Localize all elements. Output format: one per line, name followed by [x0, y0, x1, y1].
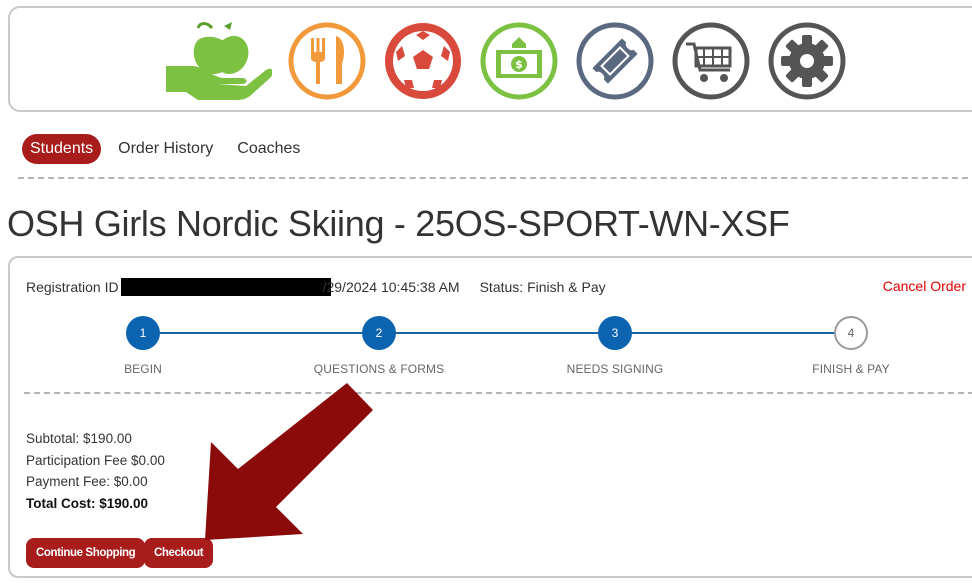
cancel-order-link[interactable]: Cancel Order: [883, 278, 966, 294]
step-3-label: NEEDS SIGNING: [566, 362, 664, 376]
continue-shopping-button[interactable]: Continue Shopping: [26, 538, 146, 568]
checkout-button[interactable]: Checkout: [144, 538, 214, 568]
fork-knife-icon[interactable]: [286, 20, 368, 102]
nav-tabs: Students Order History Coaches: [22, 134, 317, 164]
category-icon-row: $: [162, 18, 862, 104]
ticket-icon[interactable]: [574, 20, 656, 102]
step-2-label: QUESTIONS & FORMS: [313, 362, 445, 376]
soccer-ball-icon[interactable]: [382, 20, 464, 102]
tab-coaches[interactable]: Coaches: [230, 134, 307, 164]
shopping-cart-icon[interactable]: [670, 20, 752, 102]
order-totals: Subtotal: $190.00 Participation Fee $0.0…: [26, 428, 165, 514]
card-divider: [24, 392, 972, 394]
order-status: Status: Finish & Pay: [479, 279, 606, 295]
subtotal-line: Subtotal: $190.00: [26, 431, 132, 446]
step-4-label: FINISH & PAY: [812, 362, 890, 376]
step-1-circle: 1: [126, 316, 160, 350]
total-cost-line: Total Cost: $190.00: [26, 495, 149, 511]
svg-text:$: $: [515, 58, 523, 71]
registration-line: Registration ID /29/2024 10:45:38 AM Sta…: [26, 278, 606, 296]
tab-students[interactable]: Students: [22, 134, 102, 164]
step-1-label: BEGIN: [124, 362, 162, 376]
step-2-circle: 2: [362, 316, 396, 350]
page-title: OSH Girls Nordic Skiing - 25OS-SPORT-WN-…: [7, 203, 790, 244]
money-bill-icon[interactable]: $: [478, 20, 560, 102]
redacted-block: [120, 278, 331, 296]
order-date: /29/2024 10:45:38 AM: [322, 279, 460, 295]
hand-apple-icon[interactable]: [162, 20, 272, 102]
stepper-line: [160, 332, 840, 334]
payment-fee-line: Payment Fee: $0.00: [26, 474, 148, 489]
tab-order-history[interactable]: Order History: [111, 134, 220, 164]
progress-stepper: 1 BEGIN 2 QUESTIONS & FORMS 3 NEEDS SIGN…: [10, 314, 972, 384]
step-3-circle: 3: [598, 316, 632, 350]
category-icon-bar: $: [8, 6, 972, 112]
registration-label: Registration ID: [26, 279, 119, 295]
step-4-circle: 4: [834, 316, 868, 350]
order-card: Registration ID /29/2024 10:45:38 AM Sta…: [8, 256, 972, 578]
gear-icon[interactable]: [766, 20, 848, 102]
participation-fee-line: Participation Fee $0.00: [26, 452, 165, 468]
nav-divider: [18, 177, 972, 179]
